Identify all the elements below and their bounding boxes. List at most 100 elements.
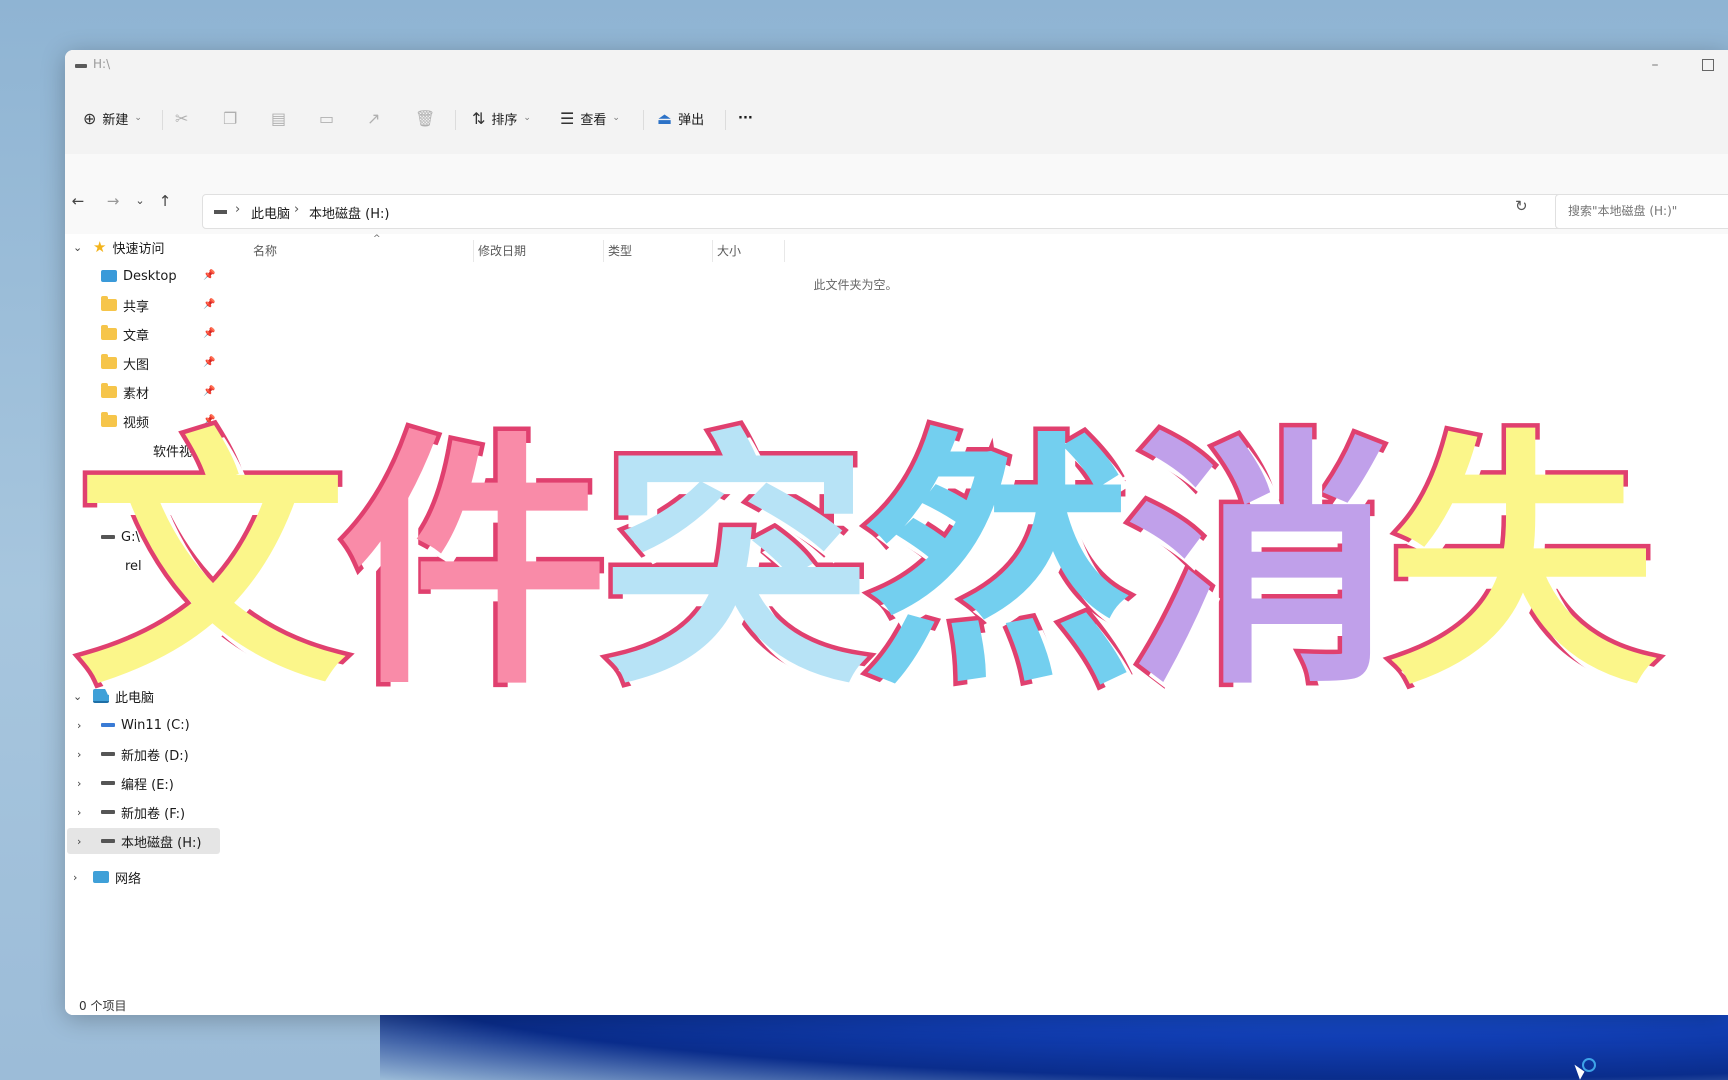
separator <box>643 110 644 130</box>
address-bar[interactable]: › 此电脑 › 本地磁盘 (H:) ⌄ <box>202 194 1599 229</box>
eject-button[interactable]: ⏏ 弹出 <box>657 102 704 134</box>
nav-label: 本地磁盘 (H:) <box>121 835 202 851</box>
nav-drive-f[interactable]: 新加卷 (F:) <box>101 799 185 825</box>
chevron-down-icon: ⌄ <box>523 113 531 123</box>
nav-label: 此电脑 <box>115 690 155 706</box>
nav-label: 新加卷 (F:) <box>121 806 186 822</box>
search-input[interactable] <box>1566 203 1728 219</box>
nav-item-software-videos[interactable]: 软件视频 <box>153 437 205 463</box>
chevron-right-icon: › <box>235 202 241 217</box>
view-list-icon: ☰ <box>560 108 575 128</box>
chevron-down-icon: ⌄ <box>134 113 142 123</box>
forward-button[interactable]: → <box>102 192 124 210</box>
nav-label: Win11 (C:) <box>121 717 190 733</box>
share-button[interactable]: ↗ <box>367 102 380 134</box>
nav-item-videos[interactable]: 视频 <box>101 408 149 434</box>
nav-quick-access[interactable]: ★ 快速访问 <box>93 234 164 260</box>
refresh-button[interactable]: ↻ <box>1515 197 1528 215</box>
breadcrumb-drive-h[interactable]: 本地磁盘 (H:) <box>309 203 389 222</box>
chevron-right-icon[interactable]: › <box>77 835 81 848</box>
column-divider[interactable] <box>603 240 604 262</box>
rename-icon: ▭ <box>319 108 335 128</box>
sort-ascending-icon: ^ <box>373 234 381 244</box>
new-button-label: 新建 <box>102 112 129 128</box>
back-button[interactable]: ← <box>67 192 89 210</box>
nav-label: G:\ <box>121 529 140 545</box>
clipboard-icon: ▤ <box>271 108 287 128</box>
pin-icon: 📌 <box>203 357 216 368</box>
chevron-right-icon[interactable]: › <box>77 719 81 732</box>
nav-this-pc[interactable]: 此电脑 <box>93 683 154 709</box>
drive-icon <box>101 752 115 756</box>
column-divider[interactable] <box>473 240 474 262</box>
nav-drive-d[interactable]: 新加卷 (D:) <box>101 741 189 767</box>
nav-drive-c[interactable]: Win11 (C:) <box>101 712 190 738</box>
nav-item-g-drive[interactable]: G:\ <box>101 524 140 550</box>
maximize-button[interactable] <box>1702 59 1714 71</box>
nav-item-articles[interactable]: 文章 <box>101 321 149 347</box>
chevron-right-icon: › <box>294 202 300 217</box>
nav-label: 共享 <box>123 299 150 315</box>
window-title: H:\ <box>93 57 111 71</box>
chevron-right-icon[interactable]: › <box>73 871 77 884</box>
chevron-right-icon[interactable]: › <box>77 806 81 819</box>
nav-drive-h[interactable]: 本地磁盘 (H:) <box>101 828 201 854</box>
folder-icon <box>101 296 117 311</box>
search-box[interactable] <box>1555 194 1728 229</box>
nav-item-wps-cloud[interactable]: WPS云 <box>115 648 157 674</box>
column-header-size[interactable]: 大小 <box>717 242 741 259</box>
minimize-button[interactable]: – <box>1644 54 1666 76</box>
folder-icon <box>101 383 117 398</box>
sort-button-label: 排序 <box>491 112 518 128</box>
separator <box>162 110 163 130</box>
sort-button[interactable]: ⇅ 排序 ⌄ <box>472 102 531 134</box>
view-button[interactable]: ☰ 查看 ⌄ <box>560 102 620 134</box>
pin-icon: 📌 <box>203 444 216 455</box>
new-button[interactable]: ⊕ 新建 ⌄ <box>83 102 142 134</box>
column-header-name[interactable]: 名称 <box>253 242 277 259</box>
trash-icon: 🗑 <box>415 108 436 128</box>
drive-icon <box>101 810 115 814</box>
up-button[interactable]: ↑ <box>154 192 176 210</box>
nav-item-big-images[interactable]: 大图 <box>101 350 149 376</box>
chevron-right-icon[interactable]: › <box>77 777 81 790</box>
drive-icon <box>75 64 87 68</box>
nav-item-share[interactable]: 共享 <box>101 292 149 318</box>
file-explorer-window: H:\ – ⊕ 新建 ⌄ ✂ ❐ ▤ ▭ ↗ 🗑 ⇅ 排序 ⌄ ☰ 查看 ⌄ ⏏… <box>65 50 1728 1015</box>
nav-drive-e[interactable]: 编程 (E:) <box>101 770 174 796</box>
pin-icon: 📌 <box>203 299 216 310</box>
rename-button[interactable]: ▭ <box>319 102 334 134</box>
column-divider[interactable] <box>784 240 785 262</box>
nav-label: 大图 <box>123 357 150 373</box>
pin-icon: 📌 <box>203 270 216 281</box>
cut-button[interactable]: ✂ <box>175 102 188 134</box>
nav-item-materials[interactable]: 素材 <box>101 379 149 405</box>
recent-locations-button[interactable]: ⌄ <box>129 194 151 207</box>
more-options-button[interactable]: ··· <box>738 102 753 134</box>
plus-circle-icon: ⊕ <box>83 108 97 128</box>
drive-icon <box>101 535 115 539</box>
chevron-down-icon[interactable]: ⌄ <box>73 690 82 703</box>
nav-item-rel[interactable]: rel <box>125 553 142 579</box>
column-header-date-modified[interactable]: 修改日期 <box>478 242 526 259</box>
status-bar: 0 个项目 <box>65 994 1728 1015</box>
chevron-down-icon[interactable]: ⌄ <box>73 241 82 254</box>
delete-button[interactable]: 🗑 <box>415 102 435 134</box>
separator <box>455 110 456 130</box>
scissors-icon: ✂ <box>175 108 189 128</box>
network-icon <box>93 871 109 883</box>
paste-button[interactable]: ▤ <box>271 102 286 134</box>
breadcrumb-this-pc[interactable]: 此电脑 <box>251 203 290 222</box>
nav-network[interactable]: 网络 <box>93 864 141 890</box>
more-icon: ··· <box>738 110 753 126</box>
column-header-type[interactable]: 类型 <box>608 242 632 259</box>
pin-icon: 📌 <box>203 415 216 426</box>
nav-item-desktop[interactable]: Desktop <box>101 263 177 289</box>
share-icon: ↗ <box>367 108 381 128</box>
drive-icon <box>214 210 227 214</box>
copy-button[interactable]: ❐ <box>223 102 237 134</box>
nav-label: 新加卷 (D:) <box>121 748 189 764</box>
chevron-down-icon: ⌄ <box>612 113 620 123</box>
chevron-right-icon[interactable]: › <box>77 748 81 761</box>
column-divider[interactable] <box>712 240 713 262</box>
